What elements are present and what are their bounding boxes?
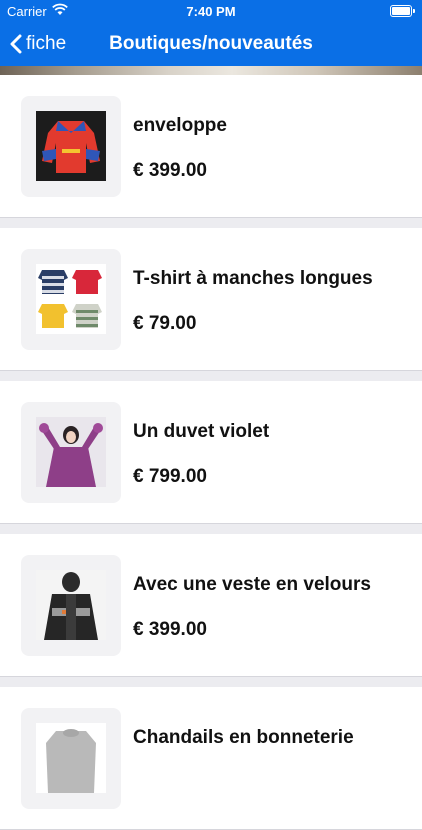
product-card[interactable]: T-shirt à manches longues € 79.00 xyxy=(0,228,422,371)
product-name: Un duvet violet xyxy=(133,421,270,442)
navigation-bar: fiche Boutiques/nouveautés xyxy=(0,22,422,66)
product-thumbnail xyxy=(21,708,121,809)
gray-knit-sweater-image xyxy=(36,723,106,793)
product-price: € 399.00 xyxy=(133,619,207,640)
product-name: Avec une veste en velours xyxy=(133,574,371,595)
product-name: enveloppe xyxy=(133,115,227,136)
product-card[interactable]: Chandails en bonneterie xyxy=(0,687,422,830)
clock: 7:40 PM xyxy=(186,4,236,19)
product-name: Chandails en bonneterie xyxy=(133,727,354,748)
product-price: € 799.00 xyxy=(133,466,207,487)
status-bar: Carrier 7:40 PM xyxy=(0,0,422,22)
red-blue-hoodie-image xyxy=(36,111,106,181)
kids-sweaters-grid-image xyxy=(36,264,106,334)
product-thumbnail xyxy=(21,402,121,503)
product-thumbnail xyxy=(21,555,121,656)
page-title: Boutiques/nouveautés xyxy=(109,33,313,54)
product-price: € 399.00 xyxy=(133,160,207,181)
product-card[interactable]: Avec une veste en velours € 399.00 xyxy=(0,534,422,677)
black-velvet-jacket-image xyxy=(36,570,106,640)
product-thumbnail xyxy=(21,249,121,350)
product-card[interactable]: enveloppe € 399.00 xyxy=(0,75,422,218)
purple-coat-image xyxy=(36,417,106,487)
banner-image xyxy=(0,66,422,75)
product-thumbnail xyxy=(21,96,121,197)
product-price: € 79.00 xyxy=(133,313,197,334)
battery-icon xyxy=(390,5,415,17)
product-name: T-shirt à manches longues xyxy=(133,268,373,289)
product-card[interactable]: Un duvet violet € 799.00 xyxy=(0,381,422,524)
